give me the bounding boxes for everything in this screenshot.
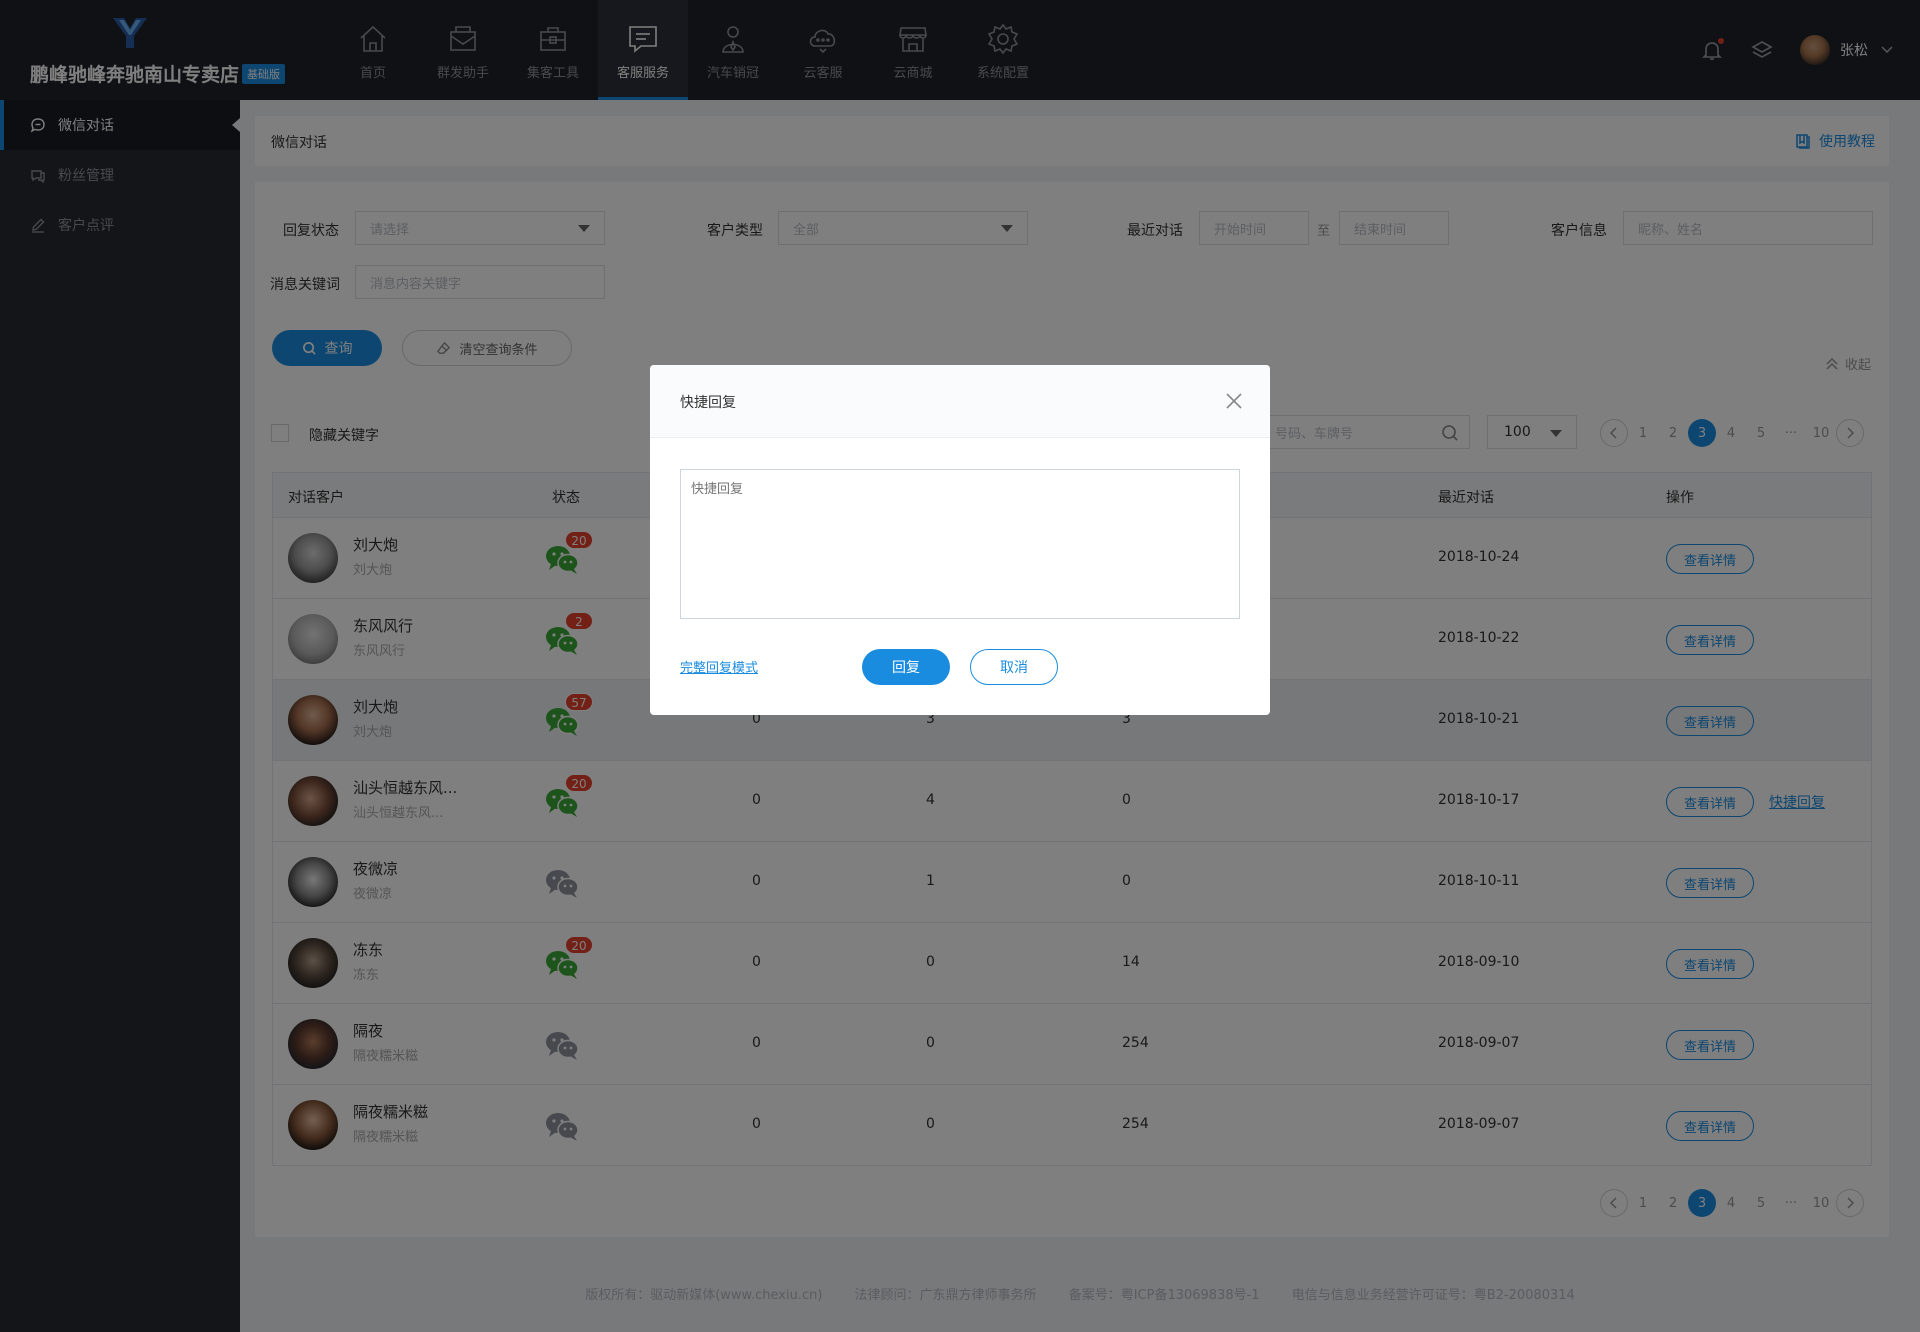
dialog-title: 快捷回复 — [680, 395, 736, 411]
close-icon[interactable] — [1224, 391, 1244, 411]
cancel-label: 取消 — [1000, 660, 1028, 676]
cancel-button[interactable]: 取消 — [970, 649, 1058, 685]
reply-label: 回复 — [892, 660, 920, 676]
quick-reply-dialog: 快捷回复 完整回复模式 回复 取消 — [650, 365, 1270, 715]
full-reply-mode-link[interactable]: 完整回复模式 — [680, 657, 758, 676]
reply-button[interactable]: 回复 — [862, 649, 950, 685]
dialog-header: 快捷回复 — [650, 365, 1270, 438]
quick-reply-textarea[interactable] — [680, 469, 1240, 619]
